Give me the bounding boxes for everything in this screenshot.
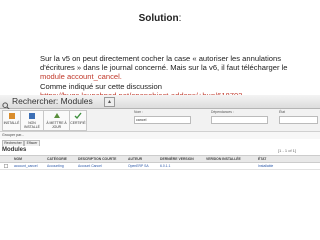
col-latest-version[interactable]: DERNIÈRE VERSION [160, 157, 194, 161]
table-header: NOM CATÉGORIE DESCRIPTION COURTE AUTEUR … [0, 156, 320, 163]
filter-certified-button[interactable]: CERTIFIÉ [69, 110, 87, 131]
filter-to-upgrade-label: À METTRE À JOUR [46, 121, 67, 129]
row-category: Accounting [47, 164, 64, 168]
slide-body: Sur la v5 on peut directement cocher la … [40, 54, 312, 100]
filter-certified-label: CERTIFIÉ [70, 121, 86, 125]
table-row[interactable]: account_cancel Accounting Account Cancel… [0, 163, 320, 170]
body-line-module: module account_cancel. [40, 72, 122, 82]
certified-icon [74, 112, 82, 120]
dependencies-input[interactable] [211, 116, 268, 124]
modules-header: Modules [1 - 1 of 1] [0, 146, 320, 156]
state-label: État [279, 110, 286, 114]
modules-label: Modules [2, 147, 27, 153]
body-line-2: d'écritures » dans le journal concerné. … [40, 63, 288, 73]
collapse-toggle[interactable]: ▴ [104, 97, 115, 107]
row-latest-version: 6.0.1.1 [160, 164, 171, 168]
upgrade-icon [53, 112, 61, 120]
row-name[interactable]: account_cancel [14, 164, 38, 168]
col-installed-version[interactable]: VERSION INSTALLÉE [206, 157, 241, 161]
dependencies-label: Dépendances : [211, 110, 234, 114]
state-select[interactable] [279, 116, 318, 124]
search-bar: Rechercher: Modules ▴ [0, 95, 320, 110]
name-label: Nom : [134, 110, 144, 114]
slide-title: Solution: [0, 13, 320, 24]
col-name[interactable]: NOM [14, 157, 22, 161]
filter-row: INSTALLÉ NON INSTALLÉ À METTRE À JOUR CE… [0, 109, 320, 132]
openerp-screenshot: Rechercher: Modules ▴ INSTALLÉ NON INSTA… [0, 95, 320, 240]
body-line-1: Sur la v5 on peut directement cocher la … [40, 54, 282, 63]
group-by-row[interactable]: Grouper par... [0, 132, 320, 139]
filter-installed-label: INSTALLÉ [3, 121, 20, 125]
filter-not-installed-label: NON INSTALLÉ [24, 121, 40, 129]
col-author[interactable]: AUTEUR [128, 157, 142, 161]
row-author: OpenERP SA [128, 164, 149, 168]
search-title: Rechercher: Modules [12, 96, 93, 106]
not-installed-icon [28, 112, 36, 120]
filter-installed-button[interactable]: INSTALLÉ [2, 110, 21, 131]
installed-icon [8, 112, 16, 120]
row-state: Installable [258, 164, 274, 168]
slide-title-text: Solution [138, 13, 179, 24]
col-state[interactable]: ÉTAT [258, 157, 266, 161]
col-category[interactable]: CATÉGORIE [47, 157, 67, 161]
group-by-label: Grouper par... [2, 133, 25, 137]
body-line-discussion: Comme indiqué sur cette discussion [40, 81, 162, 91]
search-icon [2, 97, 10, 110]
pager[interactable]: [1 - 1 of 1] [278, 148, 296, 153]
filter-not-installed-button[interactable]: NON INSTALLÉ [20, 110, 44, 131]
col-short-desc[interactable]: DESCRIPTION COURTE [78, 157, 116, 161]
filter-to-upgrade-button[interactable]: À METTRE À JOUR [43, 110, 70, 131]
row-short-desc: Account Cancel [78, 164, 102, 168]
name-input[interactable]: cancel [134, 116, 191, 124]
slide-title-colon: : [178, 13, 182, 24]
row-checkbox[interactable] [4, 164, 8, 169]
